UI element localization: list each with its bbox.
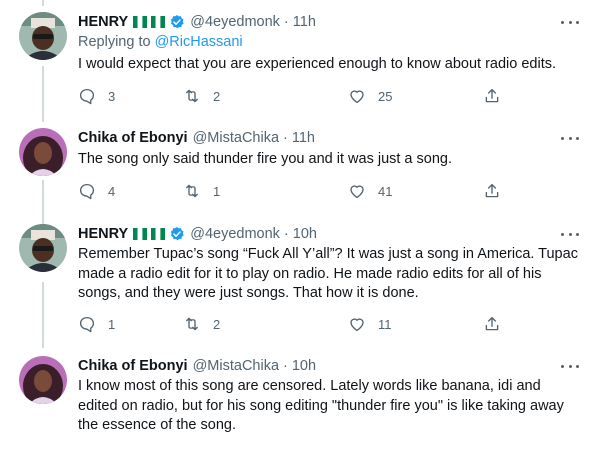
- like-button[interactable]: 11: [348, 314, 392, 334]
- tweet-text: Remember Tupac’s song “Fuck All Y’all”? …: [78, 246, 578, 301]
- nigeria-flag-icon: [133, 16, 148, 28]
- more-icon[interactable]: [561, 131, 579, 145]
- timestamp[interactable]: 10h: [292, 358, 316, 374]
- tweet[interactable]: Chika of Ebonyi @MistaChika · 11h The so…: [0, 128, 599, 218]
- tweet-header: Chika of Ebonyi @MistaChika · 10h: [78, 356, 316, 376]
- like-count: 41: [378, 183, 393, 199]
- retweet-button[interactable]: 1: [183, 181, 220, 201]
- tweet-actions: 1 2 11: [78, 314, 508, 334]
- tweet-header: HENRY @4eyedmonk · 10h: [78, 224, 317, 244]
- tweet-header: HENRY @4eyedmonk · 11h: [78, 12, 316, 32]
- display-name[interactable]: HENRY: [78, 226, 128, 242]
- nigeria-flag-icon: [133, 228, 148, 240]
- retweet-icon: [186, 317, 198, 331]
- share-button[interactable]: [483, 181, 501, 201]
- reply-count: 1: [108, 316, 116, 332]
- tweet[interactable]: HENRY @4eyedmonk · 10h Remember Tupac’s …: [0, 224, 599, 348]
- reply-icon: [79, 88, 95, 105]
- display-name[interactable]: HENRY: [78, 14, 128, 30]
- retweet-button[interactable]: 2: [183, 314, 220, 334]
- retweet-icon: [186, 184, 198, 198]
- tweet[interactable]: Chika of Ebonyi @MistaChika · 10h I know…: [0, 356, 599, 450]
- separator-dot: ·: [283, 14, 289, 30]
- retweet-button[interactable]: 2: [183, 86, 220, 106]
- share-icon: [485, 316, 499, 331]
- timestamp[interactable]: 10h: [293, 226, 317, 242]
- tweet-text: I know most of this song are censored. L…: [78, 378, 564, 433]
- share-button[interactable]: [483, 86, 501, 106]
- retweet-count: 1: [213, 183, 221, 199]
- verified-badge-icon: [171, 15, 184, 29]
- timestamp[interactable]: 11h: [292, 130, 315, 146]
- like-button[interactable]: 41: [348, 181, 392, 201]
- retweet-icon: [186, 89, 198, 103]
- avatar[interactable]: [19, 224, 67, 272]
- like-count: 25: [378, 88, 393, 104]
- share-icon: [485, 88, 499, 103]
- tweet-header: Chika of Ebonyi @MistaChika · 11h: [78, 128, 315, 148]
- user-handle[interactable]: @MistaChika: [193, 130, 279, 146]
- reply-button[interactable]: 3: [78, 86, 115, 106]
- like-button[interactable]: 25: [348, 86, 392, 106]
- nigeria-flag-icon: [151, 228, 166, 240]
- reply-icon: [79, 183, 95, 200]
- separator-dot: ·: [283, 358, 288, 374]
- retweet-count: 2: [213, 88, 221, 104]
- user-handle[interactable]: @MistaChika: [193, 358, 279, 374]
- more-icon[interactable]: [561, 359, 579, 373]
- tweet-actions: 3 2 25: [78, 86, 508, 106]
- separator-dot: ·: [283, 130, 288, 146]
- avatar[interactable]: [19, 12, 67, 60]
- heart-icon: [350, 185, 364, 199]
- share-icon: [485, 183, 499, 198]
- reply-count: 3: [108, 88, 116, 104]
- share-button[interactable]: [483, 314, 501, 334]
- avatar[interactable]: [19, 356, 67, 404]
- like-count: 11: [378, 316, 392, 332]
- reply-button[interactable]: 4: [78, 181, 115, 201]
- reply-count: 4: [108, 183, 116, 199]
- display-name[interactable]: Chika of Ebonyi: [78, 358, 188, 374]
- tweet-text: I would expect that you are experienced …: [78, 56, 557, 72]
- more-icon[interactable]: [561, 227, 579, 241]
- avatar[interactable]: [19, 128, 67, 176]
- replying-to: Replying to @RicHassani: [78, 34, 243, 50]
- user-handle[interactable]: @4eyedmonk: [190, 226, 280, 242]
- tweet[interactable]: HENRY @4eyedmonk · 11h Replying to @RicH…: [0, 12, 599, 122]
- display-name[interactable]: Chika of Ebonyi: [78, 130, 188, 146]
- replying-to-label: Replying to: [78, 34, 155, 50]
- heart-icon: [350, 318, 364, 332]
- user-handle[interactable]: @4eyedmonk: [190, 14, 280, 30]
- retweet-count: 2: [213, 316, 221, 332]
- replying-to-link[interactable]: @RicHassani: [155, 34, 243, 50]
- reply-icon: [79, 316, 95, 333]
- verified-badge-icon: [171, 227, 184, 241]
- tweet-actions: 4 1 41: [78, 181, 508, 201]
- heart-icon: [350, 90, 364, 104]
- reply-button[interactable]: 1: [78, 314, 115, 334]
- separator-dot: ·: [283, 226, 289, 242]
- timestamp[interactable]: 11h: [293, 14, 316, 30]
- more-icon[interactable]: [561, 15, 579, 29]
- nigeria-flag-icon: [151, 16, 166, 28]
- tweet-text: The song only said thunder fire you and …: [78, 151, 452, 167]
- thread-line: [42, 0, 44, 6]
